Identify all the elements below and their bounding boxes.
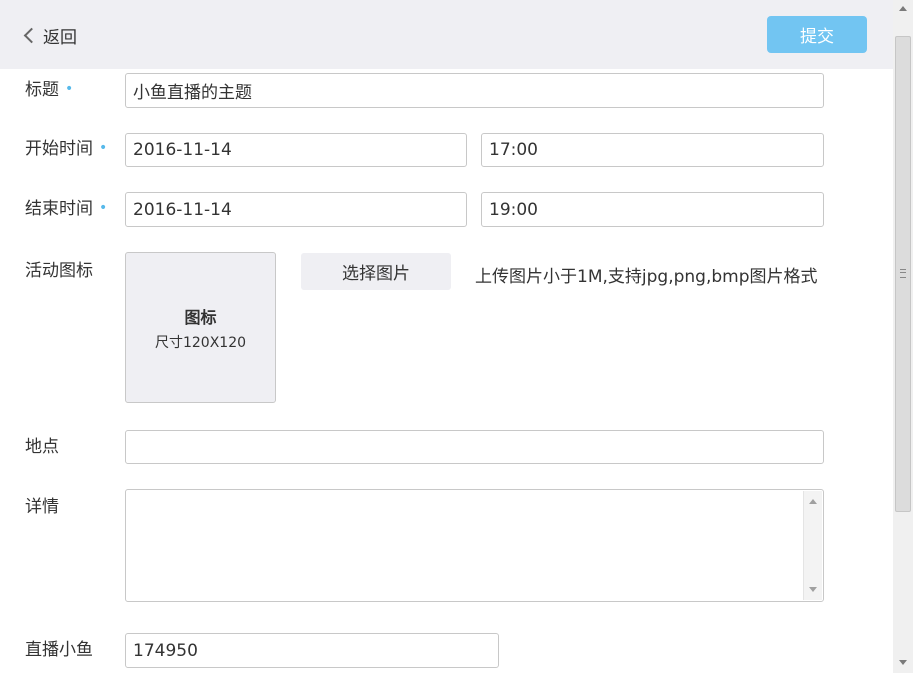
location-input[interactable] bbox=[125, 430, 824, 464]
choose-image-button[interactable]: 选择图片 bbox=[301, 253, 451, 290]
title-field-label: 标题 • bbox=[25, 75, 73, 100]
top-bar: 返回 提交 bbox=[0, 0, 893, 69]
required-dot: • bbox=[99, 200, 108, 216]
details-label: 详情 bbox=[25, 497, 59, 517]
icon-placeholder-size: 尺寸120X120 bbox=[154, 334, 247, 351]
end-time-input[interactable]: 19:00 bbox=[481, 192, 824, 227]
scrollbar-thumb[interactable] bbox=[895, 36, 911, 512]
details-scrollbar[interactable] bbox=[803, 491, 822, 600]
location-label: 地点 bbox=[25, 437, 59, 457]
scroll-up-icon[interactable] bbox=[899, 6, 907, 11]
start-time-label-text: 开始时间 bbox=[25, 139, 93, 159]
grip-icon bbox=[900, 269, 906, 278]
upload-hint: 上传图片小于1M,支持jpg,png,bmp图片格式 bbox=[475, 267, 818, 287]
scroll-down-icon[interactable] bbox=[809, 587, 817, 592]
title-label-text: 标题 bbox=[25, 80, 59, 100]
scroll-down-icon[interactable] bbox=[899, 660, 907, 665]
details-textarea[interactable] bbox=[125, 489, 824, 602]
icon-placeholder-title: 图标 bbox=[184, 307, 217, 327]
end-date-input[interactable]: 2016-11-14 bbox=[125, 192, 467, 227]
chevron-left-icon bbox=[23, 27, 40, 43]
back-label: 返回 bbox=[43, 27, 77, 48]
scroll-up-icon[interactable] bbox=[809, 499, 817, 504]
start-time-field-label: 开始时间 • bbox=[25, 134, 107, 159]
live-fish-label: 直播小鱼 bbox=[25, 640, 93, 660]
title-input[interactable]: 小鱼直播的主题 bbox=[125, 73, 824, 108]
submit-button[interactable]: 提交 bbox=[767, 16, 867, 53]
start-time-input[interactable]: 17:00 bbox=[481, 133, 824, 167]
required-dot: • bbox=[65, 81, 74, 97]
end-time-label-text: 结束时间 bbox=[25, 199, 93, 219]
required-dot: • bbox=[99, 140, 108, 156]
live-fish-input[interactable]: 174950 bbox=[125, 633, 499, 668]
end-time-field-label: 结束时间 • bbox=[25, 194, 107, 219]
activity-icon-upload-area[interactable]: 图标 尺寸120X120 bbox=[125, 252, 276, 403]
page-scrollbar[interactable] bbox=[893, 0, 913, 673]
activity-icon-label: 活动图标 bbox=[25, 261, 93, 281]
back-button[interactable]: 返回 bbox=[22, 22, 77, 48]
start-date-input[interactable]: 2016-11-14 bbox=[125, 133, 467, 167]
